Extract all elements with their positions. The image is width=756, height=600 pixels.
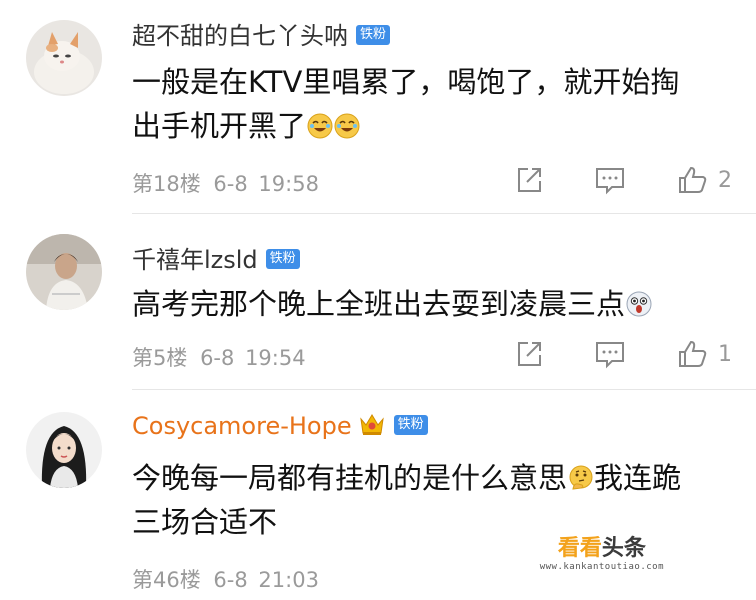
floor-number: 第18楼 [132, 172, 201, 196]
laughing-emoji-icon [334, 113, 360, 139]
like-icon [679, 166, 707, 193]
watermark-brand-part2: 头条 [601, 536, 646, 561]
comment-item-1: 超不甜的白七丫头呐 铁粉 一般是在KTV里唱累了，喝饱了，就开始掏 出手机开黑了 … [0, 0, 756, 214]
username-text[interactable]: 超不甜的白七丫头呐 [132, 22, 348, 50]
floor-number: 第5楼 [132, 346, 188, 370]
comment-line-1: 一般是在KTV里唱累了，喝饱了，就开始掏 [132, 65, 680, 99]
comment-time: 19:58 [258, 172, 319, 196]
comment-actions: 1 [514, 338, 732, 370]
avatar[interactable] [26, 20, 102, 96]
comment-meta: 第46楼 6-8 21:03 [132, 564, 319, 594]
avatar[interactable] [26, 412, 102, 488]
comment-date: 6-8 [200, 346, 235, 370]
comment-line-2-text: 出手机开黑了 [132, 109, 307, 143]
comment-time: 19:54 [245, 346, 306, 370]
like-button[interactable]: 1 [676, 338, 732, 370]
watermark-logo: 看看头条 www.kankantoutiao.com [540, 530, 664, 572]
reply-button[interactable] [594, 165, 626, 195]
comment-line-1-tail: 我连跪 [594, 461, 682, 495]
username[interactable]: 超不甜的白七丫头呐 铁粉 [132, 16, 391, 51]
comment-meta: 第5楼 6-8 19:54 [132, 342, 306, 372]
reply-button[interactable] [594, 339, 626, 369]
comment-meta: 第18楼 6-8 19:58 [132, 168, 319, 198]
username-text[interactable]: Cosycamore-Hope [132, 412, 352, 440]
share-icon [518, 342, 541, 366]
comment-time: 21:03 [258, 568, 319, 592]
comment-line-1: 今晚每一局都有挂机的是什么意思 我连跪 [132, 456, 732, 500]
username[interactable]: 千禧年lzsld 铁粉 [132, 240, 300, 275]
comment-line-1: 高考完那个晚上全班出去耍到凌晨三点 [132, 282, 732, 326]
floor-number: 第46楼 [132, 568, 201, 592]
comment-item-2: 千禧年lzsld 铁粉 高考完那个晚上全班出去耍到凌晨三点 第5楼 6-8 19:… [0, 214, 756, 390]
fan-badge: 铁粉 [265, 249, 300, 269]
comment-icon [596, 168, 624, 195]
comment-line-2: 出手机开黑了 [132, 104, 732, 148]
comment-text: 高考完那个晚上全班出去耍到凌晨三点 [132, 282, 732, 326]
comment-actions: 2 [514, 164, 732, 196]
like-icon [679, 340, 707, 367]
fan-badge: 铁粉 [356, 25, 391, 45]
crown-icon [359, 414, 384, 435]
watermark-brand: 看看头条 [540, 530, 664, 562]
share-icon [518, 168, 541, 192]
username[interactable]: Cosycamore-Hope 铁粉 [132, 412, 428, 440]
share-button[interactable] [514, 165, 544, 195]
watermark-brand-part1: 看看 [557, 536, 602, 561]
avatar[interactable] [26, 234, 102, 310]
like-count: 2 [718, 167, 732, 193]
fan-badge: 铁粉 [393, 415, 428, 435]
comment-icon [596, 342, 624, 369]
comment-line-1-text: 今晚每一局都有挂机的是什么意思 [132, 461, 568, 495]
comment-date: 6-8 [213, 172, 248, 196]
watermark-url: www.kankantoutiao.com [539, 562, 664, 572]
shocked-emoji-icon [626, 291, 652, 317]
share-button[interactable] [514, 339, 544, 369]
comment-line-1-text: 高考完那个晚上全班出去耍到凌晨三点 [132, 287, 626, 321]
like-count: 1 [718, 341, 732, 367]
comment-date: 6-8 [213, 568, 248, 592]
comment-text: 一般是在KTV里唱累了，喝饱了，就开始掏 出手机开黑了 [132, 60, 732, 148]
laughing-emoji-icon [307, 113, 333, 139]
thinking-emoji-icon [569, 465, 593, 490]
username-text[interactable]: 千禧年lzsld [132, 246, 258, 274]
like-button[interactable]: 2 [676, 164, 732, 196]
